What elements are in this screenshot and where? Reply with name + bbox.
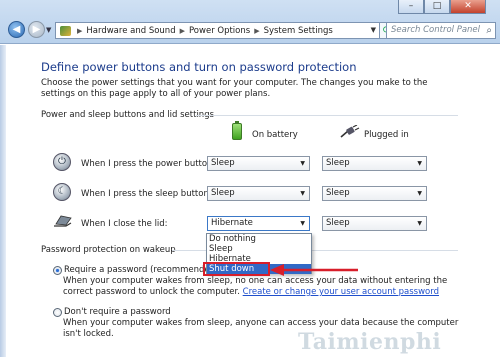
lid-close-plugged-select[interactable]: Sleep ▼ <box>322 216 427 231</box>
breadcrumb-power-options[interactable]: Power Options <box>189 26 250 36</box>
breadcrumb-hardware-and-sound[interactable]: Hardware and Sound <box>86 26 175 36</box>
battery-icon <box>232 121 242 140</box>
column-plugged-in: Plugged in <box>364 130 409 140</box>
require-password-label[interactable]: Require a password (recommended) <box>64 265 218 275</box>
chevron-down-icon: ▼ <box>417 220 422 227</box>
page-description: Choose the power settings that you want … <box>41 78 428 99</box>
power-button-icon: ⏻ <box>53 153 71 171</box>
close-button[interactable]: ✕ <box>450 0 486 14</box>
chevron-down-icon: ▼ <box>300 160 305 167</box>
lid-close-battery-select[interactable]: Hibernate ▼ <box>207 216 310 231</box>
maximize-button[interactable]: □ <box>424 0 450 14</box>
lid-close-label: When I close the lid: <box>81 219 168 229</box>
select-value: Sleep <box>211 188 235 198</box>
require-password-radio[interactable] <box>53 266 62 275</box>
recent-pages-dropdown-icon[interactable]: ▼ <box>46 26 51 34</box>
select-value: Sleep <box>326 218 350 228</box>
dont-require-password-label[interactable]: Don't require a password <box>64 307 171 317</box>
sleep-button-plugged-select[interactable]: Sleep ▼ <box>322 186 427 201</box>
select-value: Hibernate <box>211 218 253 228</box>
sleep-button-battery-select[interactable]: Sleep ▼ <box>207 186 310 201</box>
select-value: Sleep <box>211 158 235 168</box>
search-icon[interactable]: ⌕ <box>486 23 492 38</box>
chevron-down-icon: ▼ <box>417 160 422 167</box>
chevron-down-icon: ▼ <box>300 190 305 197</box>
section-heading-buttons: Power and sleep buttons and lid settings <box>41 110 215 120</box>
select-value: Sleep <box>326 158 350 168</box>
column-on-battery: On battery <box>252 130 298 140</box>
breadcrumb-separator[interactable]: ▶ <box>180 27 185 35</box>
sleep-button-icon: ☾ <box>53 183 71 201</box>
forward-button[interactable]: ▶ <box>28 21 45 38</box>
section-divider <box>196 115 458 116</box>
power-button-battery-select[interactable]: Sleep ▼ <box>207 156 310 171</box>
power-button-plugged-select[interactable]: Sleep ▼ <box>322 156 427 171</box>
control-panel-icon <box>60 25 71 36</box>
chevron-down-icon: ▼ <box>417 190 422 197</box>
address-dropdown-icon[interactable]: ▼ <box>371 26 376 34</box>
search-placeholder: Search Control Panel <box>391 25 481 35</box>
select-value: Sleep <box>326 188 350 198</box>
watermark-logo: Taimienphi <box>298 329 442 355</box>
breadcrumb-separator[interactable]: ▶ <box>254 27 259 35</box>
dont-require-password-radio[interactable] <box>53 308 62 317</box>
pane-edge <box>0 45 6 357</box>
search-input[interactable]: Search Control Panel ⌕ <box>386 22 496 39</box>
power-plug-icon <box>340 125 360 138</box>
page-title: Define power buttons and turn on passwor… <box>41 60 357 74</box>
laptop-lid-icon <box>54 215 72 227</box>
sleep-button-label: When I press the sleep button: <box>81 189 212 199</box>
address-bar[interactable]: ▶ Hardware and Sound ▶ Power Options ▶ S… <box>55 22 380 39</box>
annotation-arrow <box>270 264 358 276</box>
change-password-link[interactable]: Create or change your user account passw… <box>243 287 439 297</box>
breadcrumb-separator[interactable]: ▶ <box>77 27 82 35</box>
section-heading-password: Password protection on wakeup <box>41 245 176 255</box>
chevron-down-icon: ▼ <box>300 220 305 227</box>
option-do-nothing[interactable]: Do nothing <box>207 234 311 244</box>
option-sleep[interactable]: Sleep <box>207 244 311 254</box>
back-button[interactable]: ◀ <box>8 21 25 38</box>
require-password-help: When your computer wakes from sleep, no … <box>63 276 463 298</box>
annotation-highlight-box <box>203 262 270 276</box>
power-button-label: When I press the power button: <box>81 159 216 169</box>
breadcrumb-system-settings[interactable]: System Settings <box>264 26 333 36</box>
minimize-button[interactable]: – <box>398 0 424 14</box>
